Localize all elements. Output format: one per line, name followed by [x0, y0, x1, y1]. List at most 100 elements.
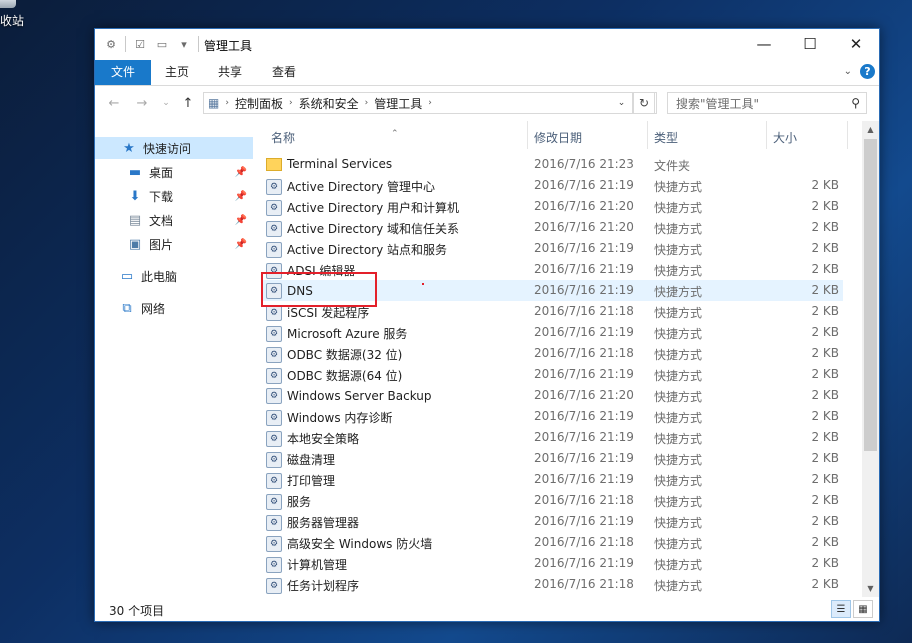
recent-dropdown-icon[interactable]: ⌄ [157, 93, 175, 113]
table-row[interactable]: ⚙ 打印管理 2016/7/16 21:19 快捷方式 2 KB [263, 469, 843, 490]
expand-ribbon-icon[interactable]: ⌄ [844, 66, 852, 77]
details-view-icon[interactable]: ☰ [831, 600, 851, 618]
refresh-icon[interactable]: ↻ [633, 92, 655, 114]
sidebar-item-this-pc[interactable]: ▭ 此电脑 [95, 265, 253, 287]
new-folder-icon[interactable]: ▭ [154, 36, 170, 52]
table-row[interactable]: ⚙ Active Directory 域和信任关系 2016/7/16 21:20 快… [263, 217, 843, 238]
file-size: 2 KB [811, 325, 839, 339]
breadcrumb-chevron-icon[interactable]: › [225, 98, 229, 108]
breadcrumb-control-panel[interactable]: 控制面板 [235, 95, 283, 112]
column-name[interactable]: 名称 [271, 129, 295, 146]
sidebar-item-downloads[interactable]: ⬇ 下载 📌 [95, 185, 253, 207]
table-row[interactable]: ⚙ 服务器管理器 2016/7/16 21:19 快捷方式 2 KB [263, 511, 843, 532]
recycle-bin-icon[interactable] [0, 0, 16, 8]
up-arrow-icon[interactable]: ↑ [179, 93, 197, 113]
file-name: 磁盘清理 [287, 453, 336, 467]
file-type: 快捷方式 [654, 432, 703, 446]
admin-tools-icon[interactable]: ⚙ [103, 36, 119, 52]
breadcrumb-chevron-icon[interactable]: › [365, 98, 369, 108]
sidebar-item-network[interactable]: ⧉ 网络 [95, 297, 253, 319]
file-date: 2016/7/16 21:19 [534, 472, 634, 486]
file-type: 快捷方式 [654, 348, 703, 362]
search-placeholder: 搜索"管理工具" [676, 96, 760, 111]
table-row[interactable]: ⚙ Active Directory 管理中心 2016/7/16 21:19 快捷方… [263, 175, 843, 196]
maximize-button[interactable]: ☐ [787, 29, 833, 59]
table-row[interactable]: ⚙ 计算机管理 2016/7/16 21:19 快捷方式 2 KB [263, 553, 843, 574]
tab-share[interactable]: 共享 [207, 60, 253, 85]
table-row[interactable]: ⚙ 服务 2016/7/16 21:18 快捷方式 2 KB [263, 490, 843, 511]
pin-icon[interactable]: 📌 [235, 191, 247, 202]
recycle-bin-label[interactable]: 收站 [0, 12, 24, 29]
forward-arrow-icon[interactable]: → [133, 93, 151, 113]
highlight-box [261, 272, 377, 307]
sidebar-item-quick-access[interactable]: ★ 快速访问 [95, 137, 253, 159]
column-divider[interactable] [647, 121, 648, 149]
column-size[interactable]: 大小 [773, 129, 797, 146]
search-input[interactable]: 搜索"管理工具" ⚲ [667, 92, 867, 114]
breadcrumb-chevron-icon[interactable]: › [428, 98, 432, 108]
table-row[interactable]: ⚙ Active Directory 用户和计算机 2016/7/16 21:20 快… [263, 196, 843, 217]
vertical-scrollbar[interactable]: ▲ ▼ [862, 121, 879, 597]
column-date[interactable]: 修改日期 [534, 129, 582, 146]
file-size: 2 KB [811, 535, 839, 549]
sidebar-item-label: 此电脑 [141, 269, 178, 284]
column-divider[interactable] [766, 121, 767, 149]
table-row[interactable]: ⚙ Microsoft Azure 服务 2016/7/16 21:19 快捷方式 2 … [263, 322, 843, 343]
scroll-thumb[interactable] [864, 139, 877, 451]
table-row[interactable]: ⚙ ODBC 数据源(32 位) 2016/7/16 21:18 快捷方式 2 KB [263, 343, 843, 364]
tab-home[interactable]: 主页 [155, 60, 199, 85]
file-name: 服务 [287, 495, 312, 509]
breadcrumb-chevron-icon[interactable]: › [289, 98, 293, 108]
table-row[interactable]: ⚙ Active Directory 站点和服务 2016/7/16 21:19 快捷… [263, 238, 843, 259]
table-row[interactable]: ⚙ 任务计划程序 2016/7/16 21:18 快捷方式 2 KB [263, 574, 843, 595]
help-icon[interactable]: ? [860, 64, 875, 79]
sidebar-item-label: 网络 [141, 301, 166, 316]
back-arrow-icon[interactable]: ← [105, 93, 123, 113]
file-date: 2016/7/16 21:20 [534, 220, 634, 234]
table-row[interactable]: ⚙ 磁盘清理 2016/7/16 21:19 快捷方式 2 KB [263, 448, 843, 469]
sidebar-item-documents[interactable]: ▤ 文档 📌 [95, 209, 253, 231]
scroll-down-icon[interactable]: ▼ [862, 580, 879, 597]
close-button[interactable]: ✕ [833, 29, 879, 59]
table-row[interactable]: ⚙ 本地安全策略 2016/7/16 21:19 快捷方式 2 KB [263, 427, 843, 448]
file-size: 2 KB [811, 388, 839, 402]
sidebar-item-desktop[interactable]: ▬ 桌面 📌 [95, 161, 253, 183]
file-size: 2 KB [811, 283, 839, 297]
chevron-down-icon[interactable]: ▾ [176, 36, 192, 52]
sidebar-item-pictures[interactable]: ▣ 图片 📌 [95, 233, 253, 255]
shortcut-icon: ⚙ [266, 241, 282, 258]
file-size: 2 KB [811, 430, 839, 444]
download-icon: ⬇ [129, 188, 141, 204]
breadcrumb-admin-tools[interactable]: 管理工具 [374, 95, 422, 112]
file-date: 2016/7/16 21:18 [534, 577, 634, 591]
column-header: ⌃ 名称 修改日期 类型 大小 [263, 121, 849, 149]
shortcut-icon: ⚙ [266, 199, 282, 216]
scroll-up-icon[interactable]: ▲ [862, 121, 879, 138]
column-divider[interactable] [847, 121, 848, 149]
tab-view[interactable]: 查看 [261, 60, 307, 85]
tab-file[interactable]: 文件 [95, 60, 151, 85]
table-row[interactable]: Terminal Services 2016/7/16 21:23 文件夹 [263, 154, 843, 175]
minimize-button[interactable]: — [741, 29, 787, 59]
table-row[interactable]: ⚙ Windows 内存诊断 2016/7/16 21:19 快捷方式 2 KB [263, 406, 843, 427]
file-name-cell: ⚙ 高级安全 Windows 防火墙 [266, 535, 432, 552]
pin-icon[interactable]: 📌 [235, 215, 247, 226]
table-row[interactable]: ⚙ Windows Server Backup 2016/7/16 21:20 快捷方… [263, 385, 843, 406]
search-icon[interactable]: ⚲ [851, 96, 860, 110]
quick-access-toolbar: ⚙ ☑ ▭ ▾ [103, 36, 199, 52]
properties-icon[interactable]: ☑ [132, 36, 148, 52]
address-bar[interactable]: ▦ › 控制面板 › 系统和安全 › 管理工具 › [203, 92, 657, 114]
address-dropdown-icon[interactable]: ⌄ [611, 92, 633, 114]
file-type: 快捷方式 [654, 306, 703, 320]
breadcrumb-system-security[interactable]: 系统和安全 [299, 95, 359, 112]
large-icons-view-icon[interactable]: ▦ [853, 600, 873, 618]
file-size: 2 KB [811, 493, 839, 507]
column-divider[interactable] [527, 121, 528, 149]
table-row[interactable]: ⚙ 高级安全 Windows 防火墙 2016/7/16 21:18 快捷方式 2 KB [263, 532, 843, 553]
pin-icon[interactable]: 📌 [235, 239, 247, 250]
table-row[interactable]: ⚙ ODBC 数据源(64 位) 2016/7/16 21:19 快捷方式 2 KB [263, 364, 843, 385]
column-type[interactable]: 类型 [654, 129, 678, 146]
file-size: 2 KB [811, 199, 839, 213]
pin-icon[interactable]: 📌 [235, 167, 247, 178]
title-bar[interactable]: ⚙ ☑ ▭ ▾ 管理工具 — ☐ ✕ [95, 29, 879, 60]
